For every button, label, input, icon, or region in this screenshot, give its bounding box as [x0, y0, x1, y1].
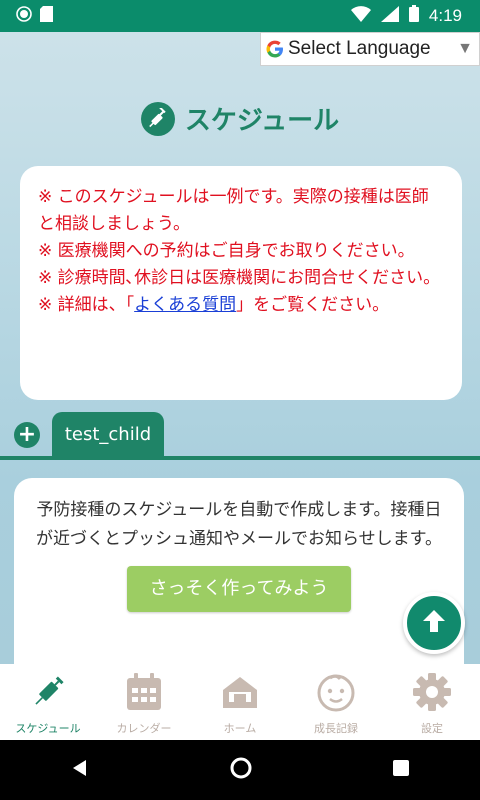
arrow-up-icon [419, 606, 449, 640]
faq-link[interactable]: よくある質問 [134, 295, 236, 315]
page-title-text: スケジュール [184, 106, 340, 136]
nav-label: ホーム [223, 722, 257, 735]
recents-button[interactable] [392, 759, 410, 781]
add-child-button[interactable]: + [14, 422, 40, 448]
notice-line: ※ 医療機関への予約はご自身でお取りください。 [38, 241, 415, 261]
home-icon [220, 672, 260, 716]
notification-circle-icon [16, 5, 32, 27]
nav-label: 設定 [421, 722, 443, 735]
notice-prefix: ※ 詳細は、「 [38, 295, 135, 315]
nav-item-home[interactable]: ホーム [192, 664, 288, 740]
status-time: 4:19 [428, 6, 462, 25]
tab-test-child[interactable]: test_child [52, 412, 164, 456]
syringe-icon [140, 101, 175, 136]
syringe-icon [28, 672, 68, 716]
google-g-icon [266, 40, 284, 58]
back-button[interactable] [70, 758, 90, 782]
language-select-label: Select Language [288, 38, 431, 59]
dropdown-arrow-icon: ▼ [457, 40, 473, 57]
bottom-nav: スケジュール カレンダー ホーム 成長記録 設定 [0, 664, 480, 740]
sd-card-icon [40, 5, 53, 27]
baby-face-icon [316, 672, 356, 716]
notice-line: ※ 詳細は、「よくある質問」をご覧ください。 [38, 292, 444, 319]
tab-underline [0, 456, 480, 460]
child-tab-strip: + test_child [0, 412, 480, 460]
page-title: スケジュール [0, 100, 480, 137]
nav-item-schedule[interactable]: スケジュール [0, 664, 96, 740]
notice-line: ※ 診療時間､休診日は医療機関にお問合せください。 [38, 268, 441, 288]
nav-label: スケジュール [15, 722, 81, 735]
system-nav-bar [0, 740, 480, 800]
calendar-icon [124, 672, 164, 716]
status-bar: 4:19 [0, 0, 480, 32]
plus-icon: + [17, 422, 37, 447]
scroll-top-button[interactable] [403, 592, 465, 654]
nav-item-calendar[interactable]: カレンダー [96, 664, 192, 740]
nav-item-settings[interactable]: 設定 [384, 664, 480, 740]
notice-line: ※ このスケジュールは一例です。実際の接種は医師と相談しましょう。 [38, 187, 429, 234]
notice-suffix: 」をご覧ください。 [236, 295, 390, 315]
signal-icon [380, 5, 399, 27]
wifi-icon [350, 5, 371, 27]
home-button[interactable] [229, 756, 253, 784]
create-schedule-button[interactable]: さっそく作ってみよう [127, 566, 351, 612]
notice-box: ※ このスケジュールは一例です。実際の接種は医師と相談しましょう。 ※ 医療機関… [20, 166, 462, 400]
schedule-intro-card: 予防接種のスケジュールを自動で作成します。接種日が近づくとプッシュ通知やメールで… [14, 478, 464, 678]
nav-item-growth[interactable]: 成長記録 [288, 664, 384, 740]
card-description: 予防接種のスケジュールを自動で作成します。接種日が近づくとプッシュ通知やメールで… [36, 500, 442, 549]
language-select[interactable]: Select Language ▼ [260, 32, 480, 66]
battery-icon [408, 5, 419, 27]
nav-label: 成長記録 [314, 722, 358, 735]
gear-icon [412, 672, 452, 716]
nav-label: カレンダー [116, 722, 172, 735]
